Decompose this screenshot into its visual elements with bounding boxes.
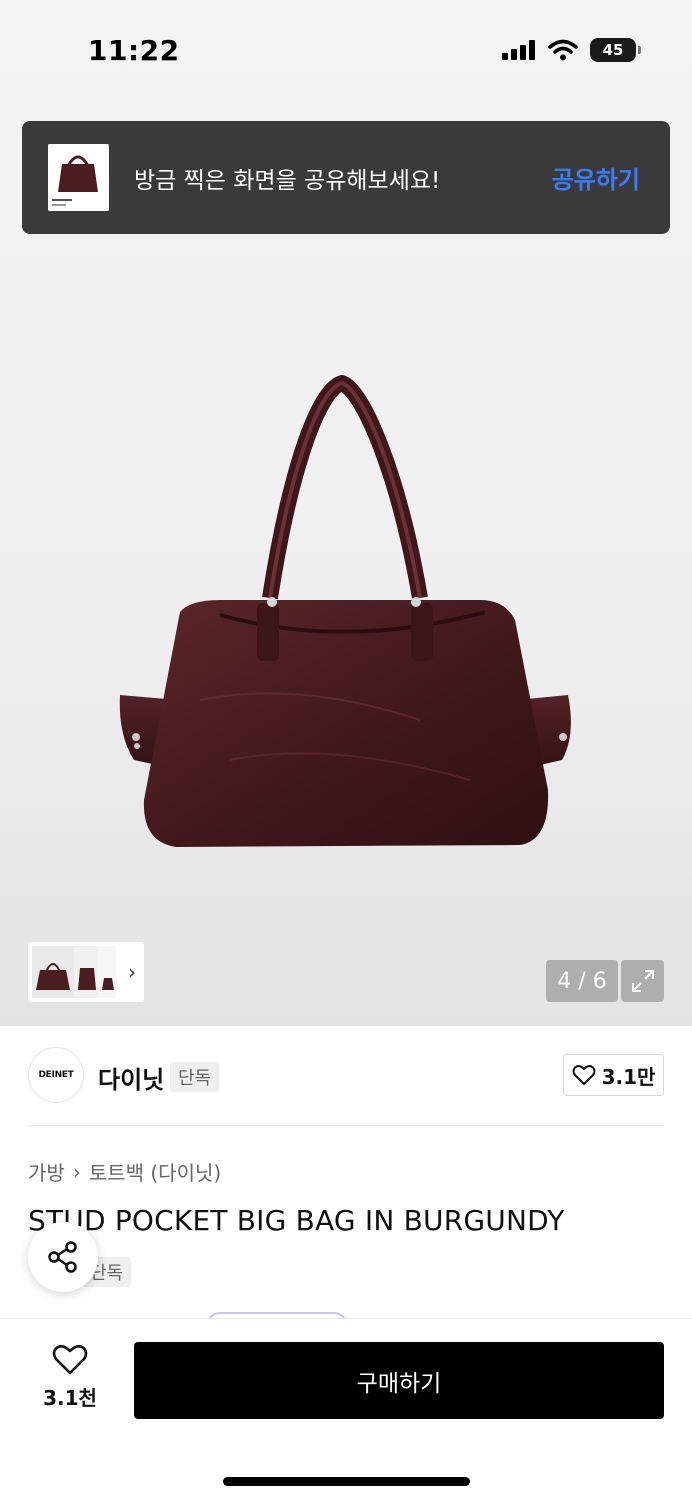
wifi-icon — [548, 39, 578, 61]
status-time: 11:22 — [88, 34, 180, 67]
product-detail-page: 11:22 45 방금 찍은 화면을 공유해보세요! 공유하기 › 4 / 6 … — [0, 0, 692, 1500]
chevron-right-icon[interactable]: › — [128, 960, 136, 984]
wishlist-button[interactable]: 3.1천 — [28, 1344, 112, 1411]
buy-button[interactable]: 구매하기 — [134, 1342, 664, 1419]
brand-like-count: 3.1만 — [601, 1064, 656, 1089]
product-title: STUD POCKET BIG BAG IN BURGUNDY — [28, 1204, 565, 1237]
expand-button[interactable] — [621, 960, 664, 1002]
heart-icon — [572, 1065, 596, 1085]
thumbnail-images — [32, 946, 116, 998]
breadcrumb-category[interactable]: 가방 — [28, 1157, 65, 1186]
share-icon — [48, 1241, 77, 1273]
expand-icon — [631, 970, 654, 992]
brand-like-button[interactable]: 3.1만 — [563, 1054, 664, 1096]
share-button[interactable] — [28, 1222, 98, 1292]
product-image-area[interactable]: 11:22 45 방금 찍은 화면을 공유해보세요! 공유하기 › 4 / 6 — [0, 0, 692, 1026]
toast-message: 방금 찍은 화면을 공유해보세요! — [134, 168, 441, 194]
thumbnail-strip[interactable]: › — [28, 942, 144, 1002]
divider — [28, 1125, 664, 1126]
breadcrumb: 가방 › 토트백 (다이닛) — [28, 1157, 221, 1186]
image-counter: 4 / 6 — [546, 960, 618, 1002]
signal-icon — [502, 40, 535, 60]
share-toast: 방금 찍은 화면을 공유해보세요! 공유하기 — [22, 121, 670, 234]
brand-name[interactable]: 다이닛 — [98, 1060, 164, 1095]
toast-share-button[interactable]: 공유하기 — [552, 160, 640, 195]
heart-icon — [52, 1344, 88, 1375]
wishlist-count: 3.1천 — [43, 1386, 97, 1410]
breadcrumb-subcategory[interactable]: 토트백 (다이닛) — [89, 1157, 221, 1186]
battery-icon: 45 — [590, 38, 641, 62]
breadcrumb-separator: › — [72, 1159, 81, 1184]
brand-logo[interactable]: DEINET — [28, 1047, 84, 1103]
screenshot-thumbnail — [48, 144, 109, 211]
exclusive-badge: 단독 — [170, 1062, 220, 1092]
status-icons: 45 — [502, 38, 641, 62]
home-indicator — [223, 1477, 470, 1486]
